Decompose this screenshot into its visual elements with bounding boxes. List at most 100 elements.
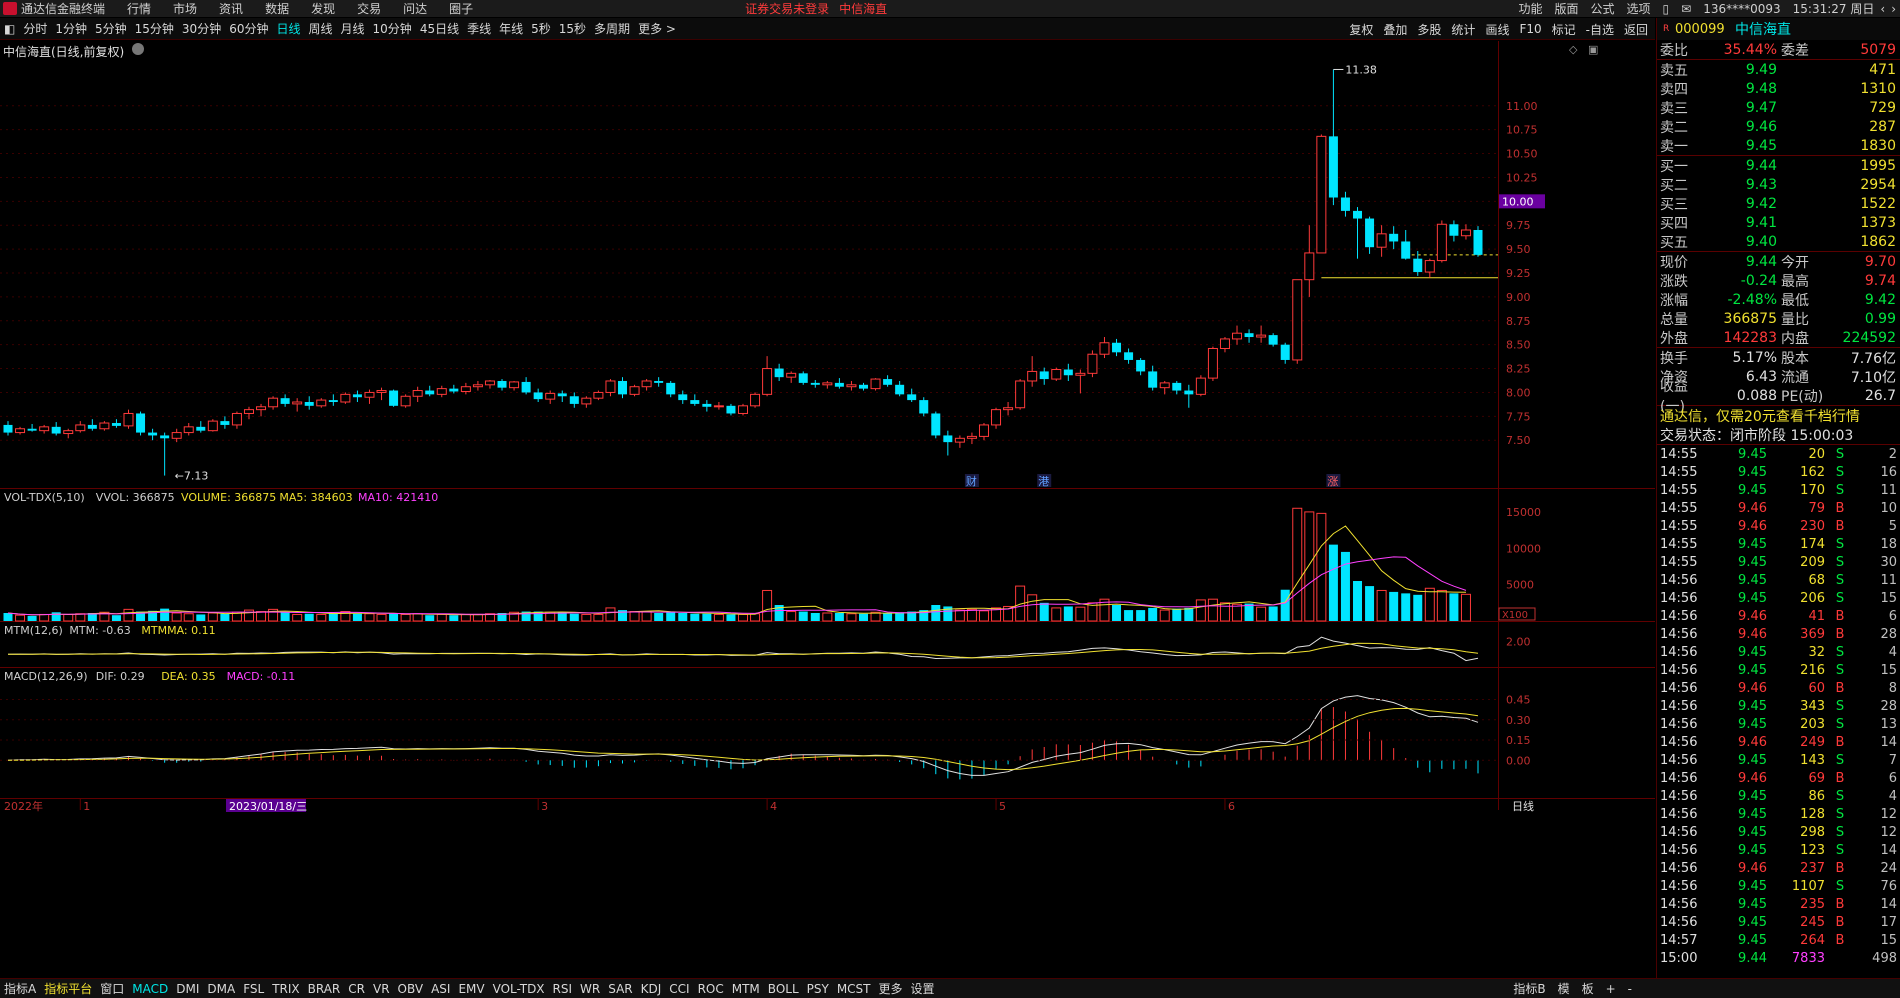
period-8[interactable]: 月线 [341,20,365,37]
period-1[interactable]: 1分钟 [55,20,87,37]
ad-text[interactable]: 通达信，仅需20元查看千档行情 [1657,406,1860,426]
indicator-tab-10[interactable]: VR [373,982,390,996]
period-7[interactable]: 周线 [309,20,333,37]
tick-row[interactable]: 14:55 9.45 20 S 2 [1657,445,1900,463]
order-row-bids-2[interactable]: 买三 9.42 1522 [1657,194,1900,213]
phone-icon[interactable]: ▯ [1663,2,1670,16]
indicator-tab-5[interactable]: DMA [207,982,235,996]
indicator-tab-15[interactable]: RSI [553,982,573,996]
account-id[interactable]: 136****0093 [1703,2,1780,16]
order-row-bids-0[interactable]: 买一 9.44 1995 [1657,156,1900,175]
period-4[interactable]: 30分钟 [182,20,221,37]
indicator-tab-26[interactable]: 设置 [911,980,935,997]
menu-layout[interactable]: 版面 [1554,0,1578,17]
period-2[interactable]: 5分钟 [95,20,127,37]
bottom-right-0[interactable]: 指标B [1513,980,1545,997]
tick-row[interactable]: 15:00 9.44 7833 498 [1657,949,1900,967]
indicator-tab-18[interactable]: KDJ [641,982,662,996]
indicator-tab-16[interactable]: WR [580,982,600,996]
login-warning[interactable]: 证券交易未登录 [745,0,829,17]
tick-row[interactable]: 14:55 9.45 174 S 18 [1657,535,1900,553]
period-12[interactable]: 年线 [499,20,523,37]
tick-row[interactable]: 14:57 9.45 264 B 15 [1657,931,1900,949]
tick-row[interactable]: 14:56 9.45 86 S 4 [1657,787,1900,805]
menu-discover[interactable]: 发现 [311,0,335,17]
indicator-tab-12[interactable]: ASI [431,982,450,996]
indicator-tab-17[interactable]: SAR [608,982,632,996]
tick-row[interactable]: 14:56 9.46 60 B 8 [1657,679,1900,697]
ad-row[interactable]: 通达信，仅需20元查看千档行情 [1657,406,1900,425]
tick-row[interactable]: 14:56 9.46 69 B 6 [1657,769,1900,787]
indicator-tab-14[interactable]: VOL-TDX [493,982,545,996]
forward-arrow-icon[interactable]: › [1891,2,1896,16]
tick-row[interactable]: 14:55 9.45 170 S 11 [1657,481,1900,499]
tick-row[interactable]: 14:56 9.45 68 S 11 [1657,571,1900,589]
period-15[interactable]: 多周期 [594,20,630,37]
tool-2[interactable]: 多股 [1417,21,1441,38]
indicator-tab-8[interactable]: BRAR [308,982,341,996]
indicator-tab-0[interactable]: 指标A [4,980,36,997]
tool-7[interactable]: -自选 [1586,21,1614,38]
tick-row[interactable]: 14:56 9.45 143 S 7 [1657,751,1900,769]
bottom-right-3[interactable]: + [1606,982,1616,996]
indicator-tab-13[interactable]: EMV [458,982,484,996]
indicator-tab-2[interactable]: 窗口 [100,980,124,997]
tick-row[interactable]: 14:56 9.45 298 S 12 [1657,823,1900,841]
menu-markets[interactable]: 市场 [173,0,197,17]
tick-row[interactable]: 14:56 9.45 128 S 12 [1657,805,1900,823]
order-row-asks-3[interactable]: 卖二 9.46 287 [1657,117,1900,136]
indicator-tab-11[interactable]: OBV [398,982,424,996]
sidebar-toggle-icon[interactable]: ◧ [4,22,15,36]
kline-chart[interactable]: 11.0010.7510.5010.2510.009.759.509.259.0… [0,41,1655,968]
menu-options[interactable]: 选项 [1627,0,1651,17]
order-row-asks-4[interactable]: 卖一 9.45 1830 [1657,136,1900,155]
menu-formula[interactable]: 公式 [1591,0,1615,17]
bottom-right-1[interactable]: 模 [1558,980,1570,997]
indicator-tab-19[interactable]: CCI [669,982,689,996]
back-arrow-icon[interactable]: ‹ [1880,2,1885,16]
menu-news[interactable]: 资讯 [219,0,243,17]
tool-8[interactable]: 返回 [1624,21,1648,38]
indicator-tab-9[interactable]: CR [348,982,365,996]
order-row-bids-4[interactable]: 买五 9.40 1862 [1657,232,1900,251]
tool-4[interactable]: 画线 [1485,21,1509,38]
indicator-tab-25[interactable]: 更多 [879,980,903,997]
tick-row[interactable]: 14:56 9.45 216 S 15 [1657,661,1900,679]
order-row-bids-3[interactable]: 买四 9.41 1373 [1657,213,1900,232]
tick-row[interactable]: 14:56 9.46 237 B 24 [1657,859,1900,877]
period-11[interactable]: 季线 [467,20,491,37]
tick-row[interactable]: 14:56 9.45 32 S 4 [1657,643,1900,661]
message-icon[interactable]: ✉ [1681,2,1691,16]
tool-0[interactable]: 复权 [1349,21,1373,38]
menu-market[interactable]: 行情 [127,0,151,17]
menu-data[interactable]: 数据 [265,0,289,17]
tick-row[interactable]: 14:56 9.46 369 B 28 [1657,625,1900,643]
period-16[interactable]: 更多 > [638,20,676,37]
tick-row[interactable]: 14:56 9.45 123 S 14 [1657,841,1900,859]
period-0[interactable]: 分时 [23,20,47,37]
menu-function[interactable]: 功能 [1518,0,1542,17]
indicator-tab-20[interactable]: ROC [698,982,724,996]
tool-6[interactable]: 标记 [1552,21,1576,38]
menu-wenda[interactable]: 问达 [403,0,427,17]
menu-trade[interactable]: 交易 [357,0,381,17]
tick-row[interactable]: 14:56 9.45 206 S 15 [1657,589,1900,607]
indicator-tab-21[interactable]: MTM [732,982,760,996]
indicator-tab-3[interactable]: MACD [132,982,168,996]
tick-row[interactable]: 14:56 9.45 245 B 17 [1657,913,1900,931]
tick-list[interactable]: 14:55 9.45 20 S 2 14:55 9.45 162 S 16 14:55 9.45 170… [1657,445,1900,967]
bottom-right-2[interactable]: 板 [1582,980,1594,997]
order-row-asks-1[interactable]: 卖四 9.48 1310 [1657,79,1900,98]
tick-row[interactable]: 14:56 9.45 1107 S 76 [1657,877,1900,895]
tool-3[interactable]: 统计 [1451,21,1475,38]
tick-row[interactable]: 14:55 9.45 162 S 16 [1657,463,1900,481]
indicator-tab-1[interactable]: 指标平台 [44,980,92,997]
period-6[interactable]: 日线 [276,20,300,37]
order-row-bids-1[interactable]: 买二 9.43 2954 [1657,175,1900,194]
menu-circle[interactable]: 圈子 [449,0,473,17]
period-5[interactable]: 60分钟 [229,20,268,37]
tool-5[interactable]: F10 [1519,22,1541,36]
period-9[interactable]: 10分钟 [373,20,412,37]
tick-row[interactable]: 14:55 9.45 209 S 30 [1657,553,1900,571]
tick-row[interactable]: 14:56 9.45 235 B 14 [1657,895,1900,913]
